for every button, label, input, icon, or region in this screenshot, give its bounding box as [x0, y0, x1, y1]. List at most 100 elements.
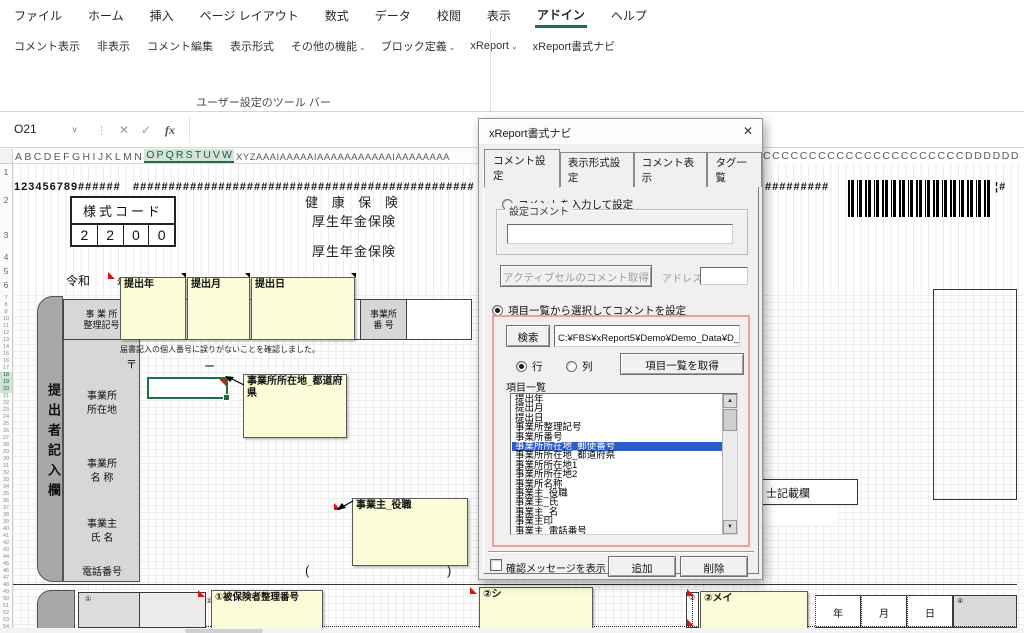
row-number[interactable]: 4: [0, 252, 12, 262]
row-number[interactable]: 40: [0, 526, 12, 533]
column-headers[interactable]: ABCDEFGHIJKLMN OPQRSTUVW XYZAAAIAAAAAIAA…: [13, 149, 478, 164]
comment-input[interactable]: [507, 224, 733, 244]
row-number[interactable]: 7: [0, 295, 12, 302]
column-letters-selected[interactable]: OPQRSTUVW: [144, 149, 234, 163]
row-number[interactable]: 32: [0, 470, 12, 477]
dialog-tab[interactable]: タグ一覧: [707, 152, 762, 187]
row-number[interactable]: 2: [0, 195, 12, 205]
address-field[interactable]: [700, 267, 748, 285]
menu-item[interactable]: データ: [373, 3, 413, 28]
column-letters-far-right[interactable]: CCCCCCCCCCCCCCCCCCCCCCDDDDDDDD: [763, 150, 1021, 164]
row-number[interactable]: 12: [0, 330, 12, 337]
row-number[interactable]: 17: [0, 365, 12, 372]
scrollbar-thumb[interactable]: [723, 409, 737, 431]
fx-icon[interactable]: fx: [157, 123, 183, 138]
item-listbox[interactable]: 提出年提出月提出日事業所整理記号事業所番号事業所所在地_郵便番号事業所所在地_都…: [510, 393, 738, 535]
dialog-tab[interactable]: 表示形式設定: [560, 152, 634, 187]
get-active-cell-comment-button[interactable]: アクティブセルのコメント取得: [500, 265, 652, 287]
add-button[interactable]: 追加: [608, 556, 676, 577]
radio-col-option[interactable]: 列: [566, 357, 593, 375]
row-number[interactable]: 26: [0, 428, 12, 435]
list-item[interactable]: 事業主_電話番号: [512, 527, 722, 535]
cancel-icon[interactable]: ✕: [113, 123, 135, 137]
search-button[interactable]: 検索: [506, 325, 550, 347]
scroll-down-icon[interactable]: ▼: [723, 520, 737, 534]
menu-item[interactable]: アドイン: [535, 2, 587, 28]
toolbar-item[interactable]: コメント編集: [147, 38, 215, 54]
row-number[interactable]: 46: [0, 568, 12, 575]
row-number[interactable]: 16: [0, 358, 12, 365]
selected-cell[interactable]: [147, 377, 228, 399]
row-number[interactable]: 37: [0, 505, 12, 512]
row-number[interactable]: 9: [0, 309, 12, 316]
menu-item[interactable]: ページ レイアウト: [198, 3, 301, 28]
menu-item[interactable]: 表示: [485, 3, 513, 28]
search-path-field[interactable]: C:¥FBS¥xReport5¥Demo¥Demo_Data¥D_被: [554, 325, 740, 347]
radio-row-icon[interactable]: [516, 361, 527, 372]
row-number[interactable]: 3: [0, 230, 12, 240]
dialog-tab[interactable]: コメント表示: [634, 152, 708, 187]
row-number[interactable]: 52: [0, 610, 12, 617]
suppress-confirm-checkbox[interactable]: [490, 559, 502, 571]
row-number[interactable]: 10: [0, 316, 12, 323]
dialog-tab[interactable]: コメント設定: [484, 149, 560, 188]
menu-item[interactable]: ファイル: [12, 3, 64, 28]
listbox-scrollbar[interactable]: ▲ ▼: [722, 394, 737, 534]
row-number[interactable]: 36: [0, 498, 12, 505]
toolbar-item[interactable]: コメント表示: [14, 38, 82, 54]
row-number[interactable]: 27: [0, 435, 12, 442]
menu-item[interactable]: 挿入: [148, 3, 176, 28]
row-number[interactable]: 25: [0, 421, 12, 428]
menu-item[interactable]: 数式: [323, 3, 351, 28]
delete-button[interactable]: 削除: [680, 556, 748, 577]
row-number[interactable]: 13: [0, 337, 12, 344]
row-number[interactable]: 28: [0, 442, 12, 449]
enter-icon[interactable]: ✓: [135, 123, 157, 137]
row-number[interactable]: 24: [0, 414, 12, 421]
row-number[interactable]: 20: [0, 386, 12, 393]
row-number[interactable]: 49: [0, 589, 12, 596]
row-number[interactable]: 35: [0, 491, 12, 498]
row-number[interactable]: 47: [0, 575, 12, 582]
row-number[interactable]: 23: [0, 407, 12, 414]
row-number[interactable]: 15: [0, 351, 12, 358]
row-number[interactable]: 11: [0, 323, 12, 330]
column-letters-right[interactable]: XYZAAAIAAAAAIAAAAAAAAAAAIAAAAAAAA: [234, 152, 450, 163]
row-number[interactable]: 19: [0, 379, 12, 386]
row-number[interactable]: 33: [0, 477, 12, 484]
toolbar-item[interactable]: xReport⌄: [470, 40, 517, 52]
toolbar-item[interactable]: ブロック定義⌄: [381, 38, 456, 54]
radio-row-option[interactable]: 行: [516, 357, 543, 375]
row-number[interactable]: 8: [0, 302, 12, 309]
row-number[interactable]: 29: [0, 449, 12, 456]
row-number[interactable]: 43: [0, 547, 12, 554]
row-number[interactable]: 5: [0, 266, 12, 276]
row-number[interactable]: 45: [0, 561, 12, 568]
menu-item[interactable]: ホーム: [86, 3, 126, 28]
radio-col-icon[interactable]: [566, 361, 577, 372]
row-number[interactable]: 18: [0, 372, 12, 379]
column-letters-left[interactable]: ABCDEFGHIJKLMN: [13, 151, 144, 163]
toolbar-item[interactable]: 表示形式: [230, 38, 276, 54]
dialog-title[interactable]: xReport書式ナビ: [479, 119, 762, 145]
row-number[interactable]: 31: [0, 463, 12, 470]
close-icon[interactable]: ✕: [743, 124, 753, 138]
select-all-corner[interactable]: [0, 149, 13, 164]
row-number[interactable]: 34: [0, 484, 12, 491]
row-number[interactable]: 30: [0, 456, 12, 463]
row-number[interactable]: 14: [0, 344, 12, 351]
row-number[interactable]: 38: [0, 512, 12, 519]
name-box[interactable]: O21: [6, 118, 72, 142]
row-number[interactable]: 42: [0, 540, 12, 547]
menu-item[interactable]: 校閲: [435, 3, 463, 28]
row-numbers-small[interactable]: 7891011121314151617181920212223242526272…: [0, 295, 12, 631]
toolbar-item[interactable]: xReport書式ナビ: [533, 38, 618, 54]
toolbar-item[interactable]: 非表示: [97, 38, 132, 54]
row-number[interactable]: 53: [0, 617, 12, 624]
row-number[interactable]: 41: [0, 533, 12, 540]
toolbar-item[interactable]: その他の機能⌄: [291, 38, 366, 54]
row-number[interactable]: 21: [0, 393, 12, 400]
row-number[interactable]: 50: [0, 596, 12, 603]
row-number[interactable]: 39: [0, 519, 12, 526]
row-number[interactable]: 22: [0, 400, 12, 407]
